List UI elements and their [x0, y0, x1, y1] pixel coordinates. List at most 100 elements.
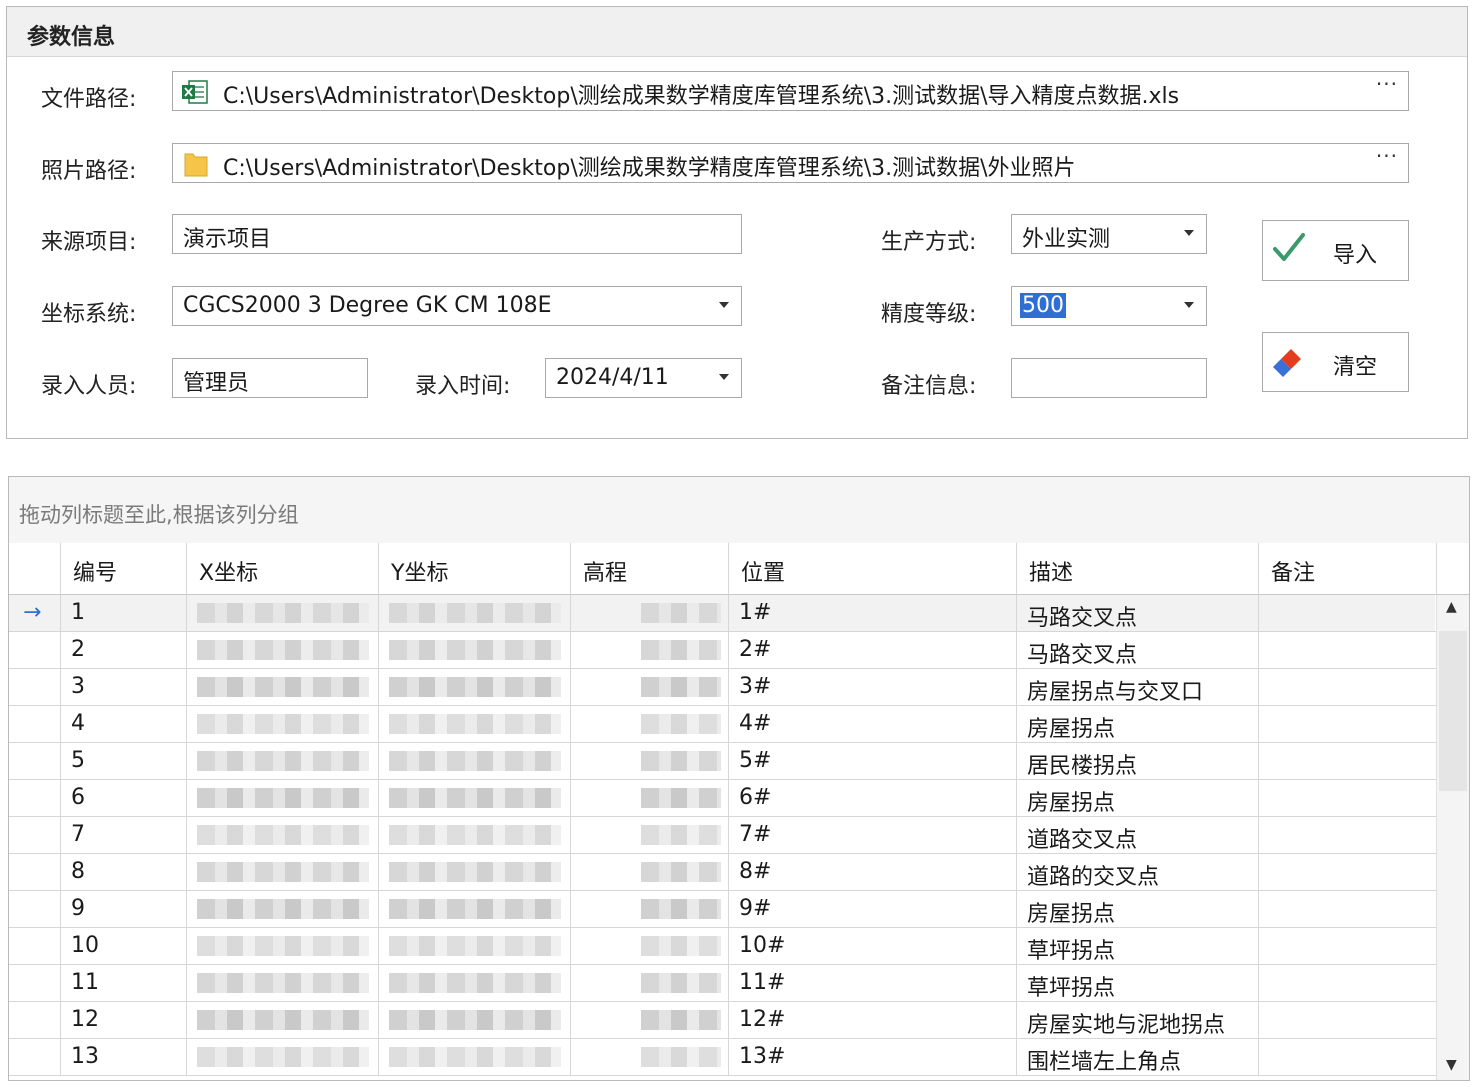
- cell-id[interactable]: 6: [61, 780, 187, 817]
- cell-y[interactable]: [379, 1002, 571, 1039]
- cell-y[interactable]: [379, 1039, 571, 1076]
- cell-id[interactable]: 3: [61, 669, 187, 706]
- scrollbar-thumb[interactable]: [1439, 631, 1467, 791]
- cell-x[interactable]: [187, 595, 379, 632]
- cell-position[interactable]: 9#: [729, 891, 1017, 928]
- chevron-down-icon[interactable]: [719, 302, 729, 308]
- table-row[interactable]: 4 4# 房屋拐点: [9, 706, 1437, 743]
- photo-path-field[interactable]: C:\Users\Administrator\Desktop\测绘成果数学精度库…: [172, 143, 1409, 183]
- cell-id[interactable]: 1: [61, 595, 187, 632]
- cell-x[interactable]: [187, 928, 379, 965]
- cell-id[interactable]: 11: [61, 965, 187, 1002]
- cell-description[interactable]: 草坪拐点: [1017, 928, 1259, 965]
- precision-level-dropdown[interactable]: 500: [1011, 286, 1207, 326]
- cell-position[interactable]: 2#: [729, 632, 1017, 669]
- cell-description[interactable]: 房屋拐点: [1017, 706, 1259, 743]
- table-row[interactable]: 5 5# 居民楼拐点: [9, 743, 1437, 780]
- cell-elevation[interactable]: [571, 706, 729, 743]
- cell-description[interactable]: 马路交叉点: [1017, 595, 1259, 632]
- cell-note[interactable]: [1259, 595, 1437, 632]
- cell-y[interactable]: [379, 780, 571, 817]
- table-row[interactable]: 3 3# 房屋拐点与交叉口: [9, 669, 1437, 706]
- cell-x[interactable]: [187, 632, 379, 669]
- column-header-elevation[interactable]: 高程: [571, 543, 729, 595]
- cell-note[interactable]: [1259, 891, 1437, 928]
- cell-x[interactable]: [187, 669, 379, 706]
- cell-description[interactable]: 草坪拐点: [1017, 965, 1259, 1002]
- column-header-description[interactable]: 描述: [1017, 543, 1259, 595]
- file-browse-button[interactable]: ···: [1376, 72, 1398, 96]
- cell-position[interactable]: 5#: [729, 743, 1017, 780]
- cell-position[interactable]: 8#: [729, 854, 1017, 891]
- cell-note[interactable]: [1259, 928, 1437, 965]
- cell-elevation[interactable]: [571, 743, 729, 780]
- cell-note[interactable]: [1259, 1002, 1437, 1039]
- column-header-x[interactable]: X坐标: [187, 543, 379, 595]
- table-row[interactable]: 6 6# 房屋拐点: [9, 780, 1437, 817]
- cell-note[interactable]: [1259, 669, 1437, 706]
- cell-x[interactable]: [187, 1039, 379, 1076]
- cell-x[interactable]: [187, 965, 379, 1002]
- cell-description[interactable]: 马路交叉点: [1017, 632, 1259, 669]
- cell-description[interactable]: 居民楼拐点: [1017, 743, 1259, 780]
- cell-elevation[interactable]: [571, 595, 729, 632]
- cell-position[interactable]: 12#: [729, 1002, 1017, 1039]
- cell-id[interactable]: 9: [61, 891, 187, 928]
- cell-description[interactable]: 房屋拐点: [1017, 891, 1259, 928]
- cell-y[interactable]: [379, 669, 571, 706]
- cell-position[interactable]: 3#: [729, 669, 1017, 706]
- cell-id[interactable]: 13: [61, 1039, 187, 1076]
- chevron-down-icon[interactable]: [1184, 230, 1194, 236]
- cell-note[interactable]: [1259, 706, 1437, 743]
- cell-elevation[interactable]: [571, 669, 729, 706]
- cell-position[interactable]: 1#: [729, 595, 1017, 632]
- column-header-note[interactable]: 备注: [1259, 543, 1437, 595]
- cell-id[interactable]: 7: [61, 817, 187, 854]
- cell-x[interactable]: [187, 817, 379, 854]
- cell-note[interactable]: [1259, 743, 1437, 780]
- cell-id[interactable]: 10: [61, 928, 187, 965]
- cell-y[interactable]: [379, 965, 571, 1002]
- chevron-down-icon[interactable]: [719, 374, 729, 380]
- cell-y[interactable]: [379, 928, 571, 965]
- entry-person-input[interactable]: 管理员: [172, 358, 368, 398]
- remarks-input[interactable]: [1011, 358, 1207, 398]
- vertical-scrollbar[interactable]: ▲ ▼: [1436, 595, 1469, 1080]
- table-row[interactable]: 7 7# 道路交叉点: [9, 817, 1437, 854]
- cell-description[interactable]: 房屋拐点与交叉口: [1017, 669, 1259, 706]
- cell-description[interactable]: 围栏墙左上角点: [1017, 1039, 1259, 1076]
- scroll-up-icon[interactable]: ▲: [1446, 599, 1457, 615]
- cell-elevation[interactable]: [571, 780, 729, 817]
- cell-elevation[interactable]: [571, 1039, 729, 1076]
- cell-x[interactable]: [187, 854, 379, 891]
- cell-note[interactable]: [1259, 817, 1437, 854]
- cell-id[interactable]: 5: [61, 743, 187, 780]
- source-project-input[interactable]: 演示项目: [172, 214, 742, 254]
- file-path-field[interactable]: C:\Users\Administrator\Desktop\测绘成果数学精度库…: [172, 71, 1409, 111]
- column-header-id[interactable]: 编号: [61, 543, 187, 595]
- column-header-position[interactable]: 位置: [729, 543, 1017, 595]
- table-row[interactable]: 10 10# 草坪拐点: [9, 928, 1437, 965]
- table-row[interactable]: → 1 1# 马路交叉点: [9, 595, 1437, 632]
- cell-y[interactable]: [379, 817, 571, 854]
- cell-elevation[interactable]: [571, 632, 729, 669]
- cell-id[interactable]: 8: [61, 854, 187, 891]
- cell-id[interactable]: 2: [61, 632, 187, 669]
- cell-x[interactable]: [187, 743, 379, 780]
- cell-elevation[interactable]: [571, 965, 729, 1002]
- cell-position[interactable]: 11#: [729, 965, 1017, 1002]
- cell-position[interactable]: 6#: [729, 780, 1017, 817]
- cell-x[interactable]: [187, 891, 379, 928]
- production-mode-dropdown[interactable]: 外业实测: [1011, 214, 1207, 254]
- cell-x[interactable]: [187, 706, 379, 743]
- cell-note[interactable]: [1259, 780, 1437, 817]
- clear-button[interactable]: 清空: [1262, 332, 1409, 392]
- cell-note[interactable]: [1259, 632, 1437, 669]
- cell-position[interactable]: 10#: [729, 928, 1017, 965]
- cell-x[interactable]: [187, 780, 379, 817]
- cell-position[interactable]: 7#: [729, 817, 1017, 854]
- cell-y[interactable]: [379, 595, 571, 632]
- table-row[interactable]: 9 9# 房屋拐点: [9, 891, 1437, 928]
- group-by-panel[interactable]: 拖动列标题至此,根据该列分组: [9, 477, 1469, 544]
- table-row[interactable]: 8 8# 道路的交叉点: [9, 854, 1437, 891]
